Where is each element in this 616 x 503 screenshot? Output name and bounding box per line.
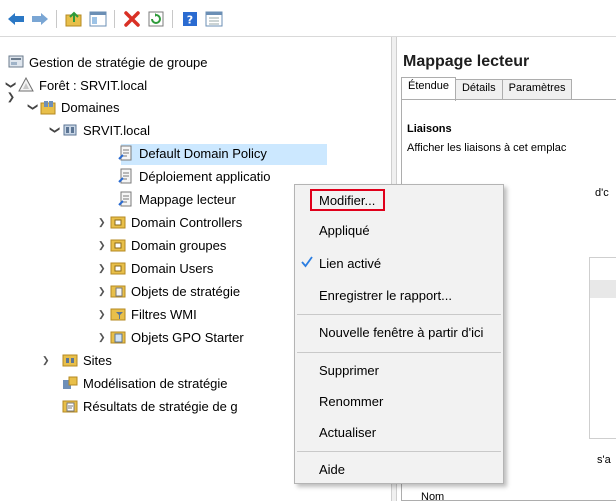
help-icon[interactable]: ? bbox=[180, 9, 200, 29]
tab-parametres[interactable]: Paramètres bbox=[501, 79, 573, 99]
checkmark-icon bbox=[301, 256, 313, 268]
gpo-link-icon bbox=[118, 145, 134, 161]
clipped-text: s'a bbox=[597, 454, 611, 466]
menu-item-aide[interactable]: Aide bbox=[319, 462, 345, 477]
tree-label: Forêt : SRVIT.local bbox=[39, 77, 148, 93]
tree-label: Objets GPO Starter bbox=[131, 329, 244, 345]
wmi-filter-icon bbox=[110, 306, 126, 322]
column-header: Nom bbox=[421, 491, 445, 503]
tree-node-gpo-objects[interactable]: ❯ Objets de stratégie bbox=[98, 280, 240, 302]
tab-etendue[interactable]: Étendue bbox=[401, 77, 456, 101]
menu-item-actualiser[interactable]: Actualiser bbox=[319, 425, 376, 440]
menu-item-supprimer[interactable]: Supprimer bbox=[319, 363, 379, 378]
tree-node-forest[interactable]: Forêt : SRVIT.local bbox=[18, 74, 147, 96]
tree-node-ou-controllers[interactable]: ❯ Domain Controllers bbox=[98, 211, 242, 233]
domains-icon bbox=[40, 99, 56, 115]
tree-label: SRVIT.local bbox=[83, 122, 150, 138]
collapsed-chevron-icon[interactable]: ❯ bbox=[98, 217, 110, 228]
tree-label: Mappage lecteur bbox=[139, 191, 236, 207]
menu-item-nouvelle-fenetre[interactable]: Nouvelle fenêtre à partir d'ici bbox=[319, 325, 483, 340]
gpo-link-icon bbox=[118, 191, 134, 207]
expanded-chevron-icon[interactable]: ❯ bbox=[28, 102, 39, 112]
tree-label: Default Domain Policy bbox=[139, 145, 267, 161]
tree-node-sites[interactable]: ❯ Sites bbox=[42, 349, 112, 371]
results-icon bbox=[62, 398, 78, 414]
gpo-objects-folder-icon bbox=[110, 283, 126, 299]
tree-node-gpo-deploiement[interactable]: Déploiement applicatio bbox=[118, 165, 271, 187]
collapsed-chevron-icon[interactable]: ❯ bbox=[98, 332, 110, 343]
details-title: Mappage lecteur bbox=[403, 53, 530, 70]
tree-node-gpm-root[interactable]: Gestion de stratégie de groupe bbox=[8, 51, 208, 73]
menu-item-lien-active[interactable]: Lien activé bbox=[319, 256, 381, 271]
svg-text:?: ? bbox=[187, 14, 193, 27]
delete-icon[interactable] bbox=[122, 9, 142, 29]
menu-separator bbox=[297, 352, 501, 353]
collapsed-chevron-icon[interactable]: ❯ bbox=[42, 355, 62, 366]
section-text: Afficher les liaisons à cet emplac bbox=[407, 142, 567, 154]
gpo-link-icon bbox=[118, 168, 134, 184]
tree-label: Déploiement applicatio bbox=[139, 168, 271, 184]
ou-folder-icon bbox=[110, 260, 126, 276]
panel-icon[interactable] bbox=[204, 9, 224, 29]
tree-label: Domain Users bbox=[131, 260, 214, 276]
collapsed-chevron-icon[interactable]: ❯ bbox=[98, 263, 110, 274]
menu-separator bbox=[297, 451, 501, 452]
tree-label: Gestion de stratégie de groupe bbox=[29, 54, 208, 70]
expand-chevron-icon[interactable]: ❯ bbox=[6, 92, 16, 103]
toolbar: ? bbox=[0, 0, 616, 37]
list-row[interactable] bbox=[590, 280, 616, 298]
tree-node-ou-groupes[interactable]: ❯ Domain groupes bbox=[98, 234, 226, 256]
tree-label: Objets de stratégie bbox=[131, 283, 241, 299]
tree-node-results[interactable]: Résultats de stratégie de g bbox=[62, 395, 238, 417]
tree-label: Domain groupes bbox=[131, 237, 227, 253]
clipped-text: d'c bbox=[595, 187, 609, 199]
expanded-chevron-icon[interactable]: ❯ bbox=[6, 80, 17, 90]
ou-folder-icon bbox=[110, 214, 126, 230]
collapsed-chevron-icon[interactable]: ❯ bbox=[98, 286, 110, 297]
refresh-icon[interactable] bbox=[146, 9, 166, 29]
details-tabs: Étendue Détails Paramètres bbox=[401, 77, 573, 101]
expanded-chevron-icon[interactable]: ❯ bbox=[50, 125, 61, 135]
properties-icon[interactable] bbox=[88, 9, 108, 29]
folder-up-icon[interactable] bbox=[64, 9, 84, 29]
sites-icon bbox=[62, 352, 78, 368]
menu-separator bbox=[297, 314, 501, 315]
menu-item-renommer[interactable]: Renommer bbox=[319, 394, 383, 409]
domain-icon bbox=[62, 122, 78, 138]
tree-label: Filtres WMI bbox=[131, 306, 197, 322]
tree-node-wmi[interactable]: ❯ Filtres WMI bbox=[98, 303, 197, 325]
starter-gpo-icon bbox=[110, 329, 126, 345]
gpm-console-icon bbox=[8, 54, 24, 70]
tab-details[interactable]: Détails bbox=[454, 79, 503, 99]
collapsed-chevron-icon[interactable]: ❯ bbox=[98, 240, 110, 251]
tree-node-domains[interactable]: Domaines bbox=[40, 96, 120, 118]
forward-arrow-icon[interactable] bbox=[30, 9, 50, 29]
menu-item-applique[interactable]: Appliqué bbox=[319, 223, 370, 238]
tree-label: Domain Controllers bbox=[131, 214, 243, 230]
tree-node-gpo-default[interactable]: Default Domain Policy bbox=[118, 142, 267, 164]
tree-label: Sites bbox=[83, 352, 112, 368]
tree-label: Modélisation de stratégie bbox=[83, 375, 228, 391]
tree-label: Résultats de stratégie de g bbox=[83, 398, 238, 414]
menu-item-enregistrer[interactable]: Enregistrer le rapport... bbox=[319, 288, 452, 303]
tree-node-domain[interactable]: SRVIT.local bbox=[62, 119, 150, 141]
menu-item-modifier[interactable]: Modifier... bbox=[319, 193, 375, 208]
back-arrow-icon[interactable] bbox=[6, 9, 26, 29]
forest-icon bbox=[18, 76, 34, 93]
tree-node-ou-users[interactable]: ❯ Domain Users bbox=[98, 257, 213, 279]
section-heading: Liaisons bbox=[407, 123, 452, 135]
tree-node-starter[interactable]: ❯ Objets GPO Starter bbox=[98, 326, 244, 348]
tree-node-gpo-mappage[interactable]: Mappage lecteur bbox=[118, 188, 236, 210]
modeling-icon bbox=[62, 375, 78, 391]
collapsed-chevron-icon[interactable]: ❯ bbox=[98, 309, 110, 320]
ou-folder-icon bbox=[110, 237, 126, 253]
tree-node-modeling[interactable]: Modélisation de stratégie bbox=[62, 372, 228, 394]
tree-label: Domaines bbox=[61, 99, 120, 115]
context-menu: Modifier... Appliqué Lien activé Enregis… bbox=[294, 184, 504, 484]
